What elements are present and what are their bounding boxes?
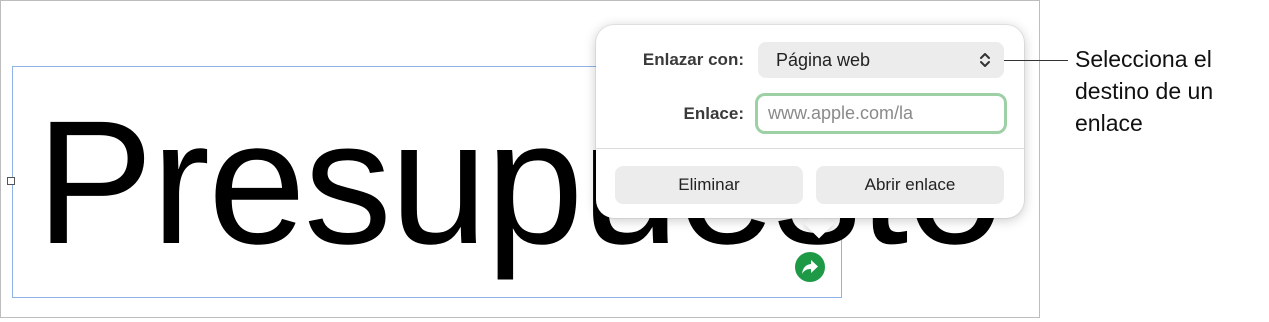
link-to-select-value: Página web <box>776 50 871 70</box>
link-label: Enlace: <box>683 104 744 123</box>
chevron-up-down-icon <box>980 53 990 67</box>
popover-divider <box>596 148 1024 149</box>
arrow-redirect-icon <box>802 260 818 274</box>
stage: Presupuesto Enlazar con: Página web Enla… <box>0 0 1269 322</box>
open-link-button[interactable]: Abrir enlace <box>816 166 1004 204</box>
link-url-field[interactable] <box>755 93 1007 134</box>
resize-handle[interactable] <box>7 177 15 185</box>
link-to-label: Enlazar con: <box>642 50 744 69</box>
link-to-select[interactable]: Página web <box>758 42 1004 78</box>
link-badge-icon[interactable] <box>793 250 827 284</box>
callout-text: Selecciona el destino de un enlace <box>1075 46 1214 136</box>
delete-link-button[interactable]: Eliminar <box>615 166 803 204</box>
callout-line <box>1004 60 1068 61</box>
